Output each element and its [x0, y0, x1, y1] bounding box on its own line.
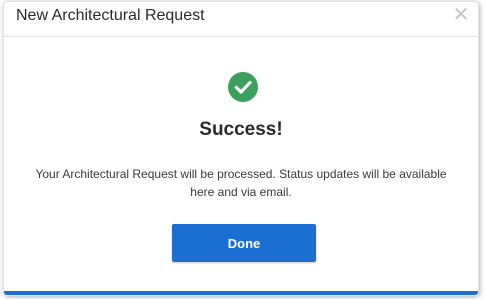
- page-backdrop: New Architectural Request ✕ Success! You…: [0, 0, 486, 299]
- confirmation-message: Your Architectural Request will be proce…: [35, 167, 447, 199]
- done-button[interactable]: Done: [172, 224, 316, 262]
- success-heading: Success!: [199, 119, 283, 140]
- request-success-dialog: New Architectural Request ✕ Success! You…: [4, 2, 478, 295]
- check-circle-icon: [228, 72, 258, 102]
- dialog-title: New Architectural Request: [16, 7, 205, 24]
- dialog-header: New Architectural Request ✕: [4, 2, 478, 37]
- close-icon[interactable]: ✕: [452, 4, 470, 26]
